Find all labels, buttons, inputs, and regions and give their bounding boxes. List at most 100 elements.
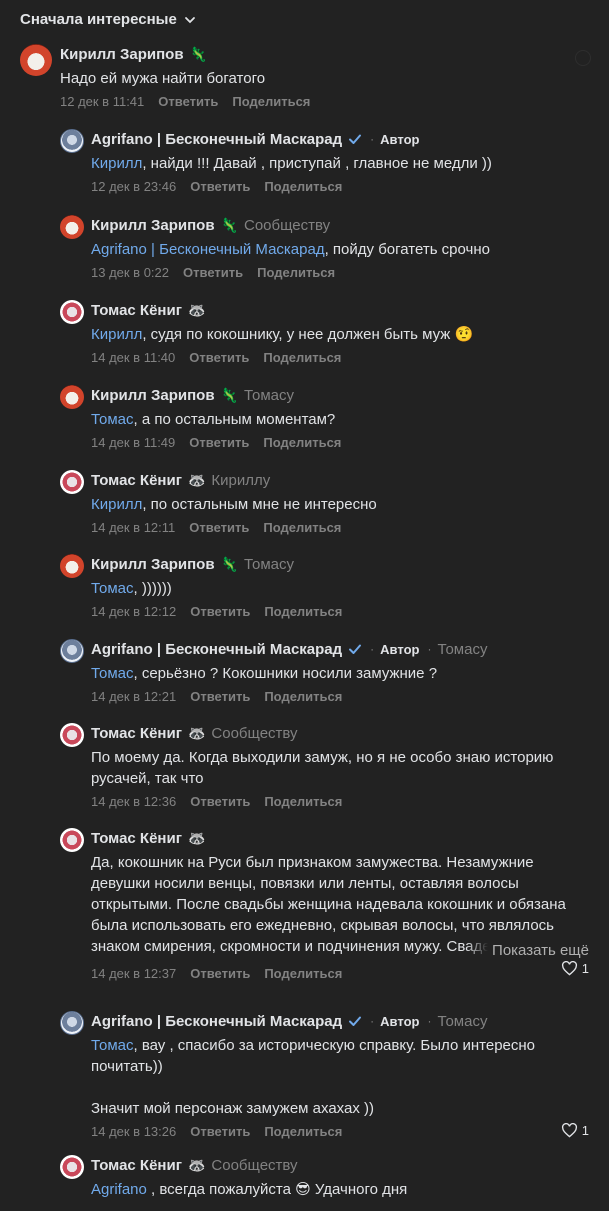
- reply-button[interactable]: Ответить: [183, 265, 243, 280]
- avatar[interactable]: [60, 300, 84, 324]
- mention-link[interactable]: Томас: [91, 1037, 134, 1054]
- like-button[interactable]: 1: [561, 1123, 589, 1138]
- share-button[interactable]: Поделиться: [264, 966, 342, 981]
- share-button[interactable]: Поделиться: [257, 265, 335, 280]
- reply-button[interactable]: Ответить: [158, 94, 218, 109]
- show-more-link[interactable]: Показать ещё: [466, 940, 589, 961]
- avatar[interactable]: [60, 723, 84, 747]
- mention-link[interactable]: Agrifano: [91, 1181, 147, 1198]
- chevron-down-icon: [184, 16, 195, 23]
- reply-button[interactable]: Ответить: [189, 435, 249, 450]
- like-button[interactable]: 1: [561, 961, 589, 976]
- comment: Agrifano | Бесконечный Маскарад · Автор …: [60, 1011, 609, 1141]
- verified-check-icon: [349, 134, 362, 144]
- comment-date[interactable]: 12 дек в 23:46: [91, 179, 176, 194]
- reply-button[interactable]: Ответить: [189, 350, 249, 365]
- author-role-badge: Автор: [380, 641, 420, 657]
- reply-button[interactable]: Ответить: [189, 520, 249, 535]
- share-button[interactable]: Поделиться: [263, 350, 341, 365]
- comment-date[interactable]: 14 дек в 11:49: [91, 435, 175, 450]
- avatar[interactable]: [60, 470, 84, 494]
- reply-to-label[interactable]: Кириллу: [211, 472, 270, 489]
- comment-date[interactable]: 14 дек в 12:37: [91, 966, 176, 981]
- comment: Томас Кёниг 🦝 Кирилл, судя по кокошнику,…: [60, 300, 609, 370]
- share-button[interactable]: Поделиться: [263, 435, 341, 450]
- share-button[interactable]: Поделиться: [232, 94, 310, 109]
- author-name[interactable]: Agrifano | Бесконечный Маскарад: [91, 131, 342, 148]
- mention-link[interactable]: Кирилл: [91, 326, 142, 343]
- comment-text: Томас, серьёзно ? Кокошники носили замуж…: [91, 665, 438, 682]
- avatar[interactable]: [60, 215, 84, 239]
- author-name[interactable]: Кирилл Зарипов: [91, 217, 215, 234]
- heart-icon: [561, 961, 577, 976]
- reply-button[interactable]: Ответить: [190, 179, 250, 194]
- reply-to-label[interactable]: Сообществу: [211, 725, 297, 742]
- avatar[interactable]: [20, 44, 52, 76]
- comment-date[interactable]: 14 дек в 12:36: [91, 794, 176, 809]
- avatar[interactable]: [60, 1011, 84, 1035]
- reply-to-label[interactable]: Томасу: [244, 387, 294, 404]
- comment-date[interactable]: 14 дек в 12:11: [91, 520, 175, 535]
- comment: Кирилл Зарипов 🦎 Томасу Томас, )))))) 14…: [60, 554, 609, 624]
- author-name[interactable]: Томас Кёниг: [91, 302, 182, 319]
- separator-dot: ·: [370, 1014, 375, 1028]
- verified-check-icon: [349, 644, 362, 654]
- comment-date[interactable]: 14 дек в 12:12: [91, 604, 176, 619]
- like-count: 1: [581, 961, 589, 976]
- share-button[interactable]: Поделиться: [264, 1124, 342, 1139]
- comment-date[interactable]: 14 дек в 12:21: [91, 689, 176, 704]
- author-name[interactable]: Кирилл Зарипов: [91, 556, 215, 573]
- avatar[interactable]: [60, 1155, 84, 1179]
- share-button[interactable]: Поделиться: [264, 604, 342, 619]
- author-name[interactable]: Agrifano | Бесконечный Маскарад: [91, 1013, 342, 1030]
- comment-text: Agrifano | Бесконечный Маскарад, пойду б…: [91, 241, 490, 258]
- share-button[interactable]: Поделиться: [264, 794, 342, 809]
- avatar[interactable]: [60, 828, 84, 852]
- author-name[interactable]: Томас Кёниг: [91, 1157, 182, 1174]
- raccoon-icon: 🦝: [187, 1156, 206, 1173]
- comment-date[interactable]: 14 дек в 13:26: [91, 1124, 176, 1139]
- mention-link[interactable]: Кирилл: [91, 155, 142, 172]
- separator-dot: ·: [370, 132, 375, 146]
- avatar[interactable]: [60, 554, 84, 578]
- comment-text: Agrifano , всегда пожалуйста 😎 Удачного …: [91, 1181, 408, 1198]
- reply-to-label[interactable]: Сообществу: [211, 1157, 297, 1174]
- comment-date[interactable]: 12 дек в 11:41: [60, 94, 144, 109]
- avatar[interactable]: [60, 129, 84, 153]
- author-name[interactable]: Кирилл Зарипов: [60, 46, 184, 63]
- reply-to-label[interactable]: Томасу: [437, 641, 487, 658]
- reply-button[interactable]: Ответить: [190, 794, 250, 809]
- separator-dot: ·: [427, 1014, 432, 1028]
- author-name[interactable]: Томас Кёниг: [91, 725, 182, 742]
- reply-button[interactable]: Ответить: [190, 966, 250, 981]
- comment-text: Кирилл, по остальным мне не интересно: [91, 496, 377, 513]
- reply-to-label[interactable]: Сообществу: [244, 217, 330, 234]
- mention-link[interactable]: Кирилл: [91, 496, 142, 513]
- mention-link[interactable]: Agrifano | Бесконечный Маскарад: [91, 241, 325, 258]
- author-name[interactable]: Кирилл Зарипов: [91, 387, 215, 404]
- sort-dropdown[interactable]: Сначала интересные: [20, 11, 197, 28]
- share-button[interactable]: Поделиться: [263, 520, 341, 535]
- lizard-icon: 🦎: [220, 555, 238, 572]
- avatar[interactable]: [60, 639, 84, 663]
- author-name[interactable]: Томас Кёниг: [91, 472, 182, 489]
- reply-to-label[interactable]: Томасу: [244, 556, 294, 573]
- author-name[interactable]: Томас Кёниг: [91, 830, 182, 847]
- more-options-icon[interactable]: [575, 50, 591, 66]
- share-button[interactable]: Поделиться: [264, 689, 342, 704]
- reply-button[interactable]: Ответить: [190, 689, 250, 704]
- comment-date[interactable]: 13 дек в 0:22: [91, 265, 169, 280]
- reply-to-label[interactable]: Томасу: [437, 1013, 487, 1030]
- raccoon-icon: 🦝: [187, 471, 206, 488]
- mention-link[interactable]: Томас: [91, 580, 134, 597]
- mention-link[interactable]: Томас: [91, 665, 134, 682]
- comment-text: Кирилл, судя по кокошнику, у нее должен …: [91, 326, 474, 343]
- comment-date[interactable]: 14 дек в 11:40: [91, 350, 175, 365]
- reply-button[interactable]: Ответить: [190, 604, 250, 619]
- like-count: 1: [581, 1123, 589, 1138]
- reply-button[interactable]: Ответить: [190, 1124, 250, 1139]
- avatar[interactable]: [60, 385, 84, 409]
- share-button[interactable]: Поделиться: [264, 179, 342, 194]
- mention-link[interactable]: Томас: [91, 411, 134, 428]
- author-name[interactable]: Agrifano | Бесконечный Маскарад: [91, 641, 342, 658]
